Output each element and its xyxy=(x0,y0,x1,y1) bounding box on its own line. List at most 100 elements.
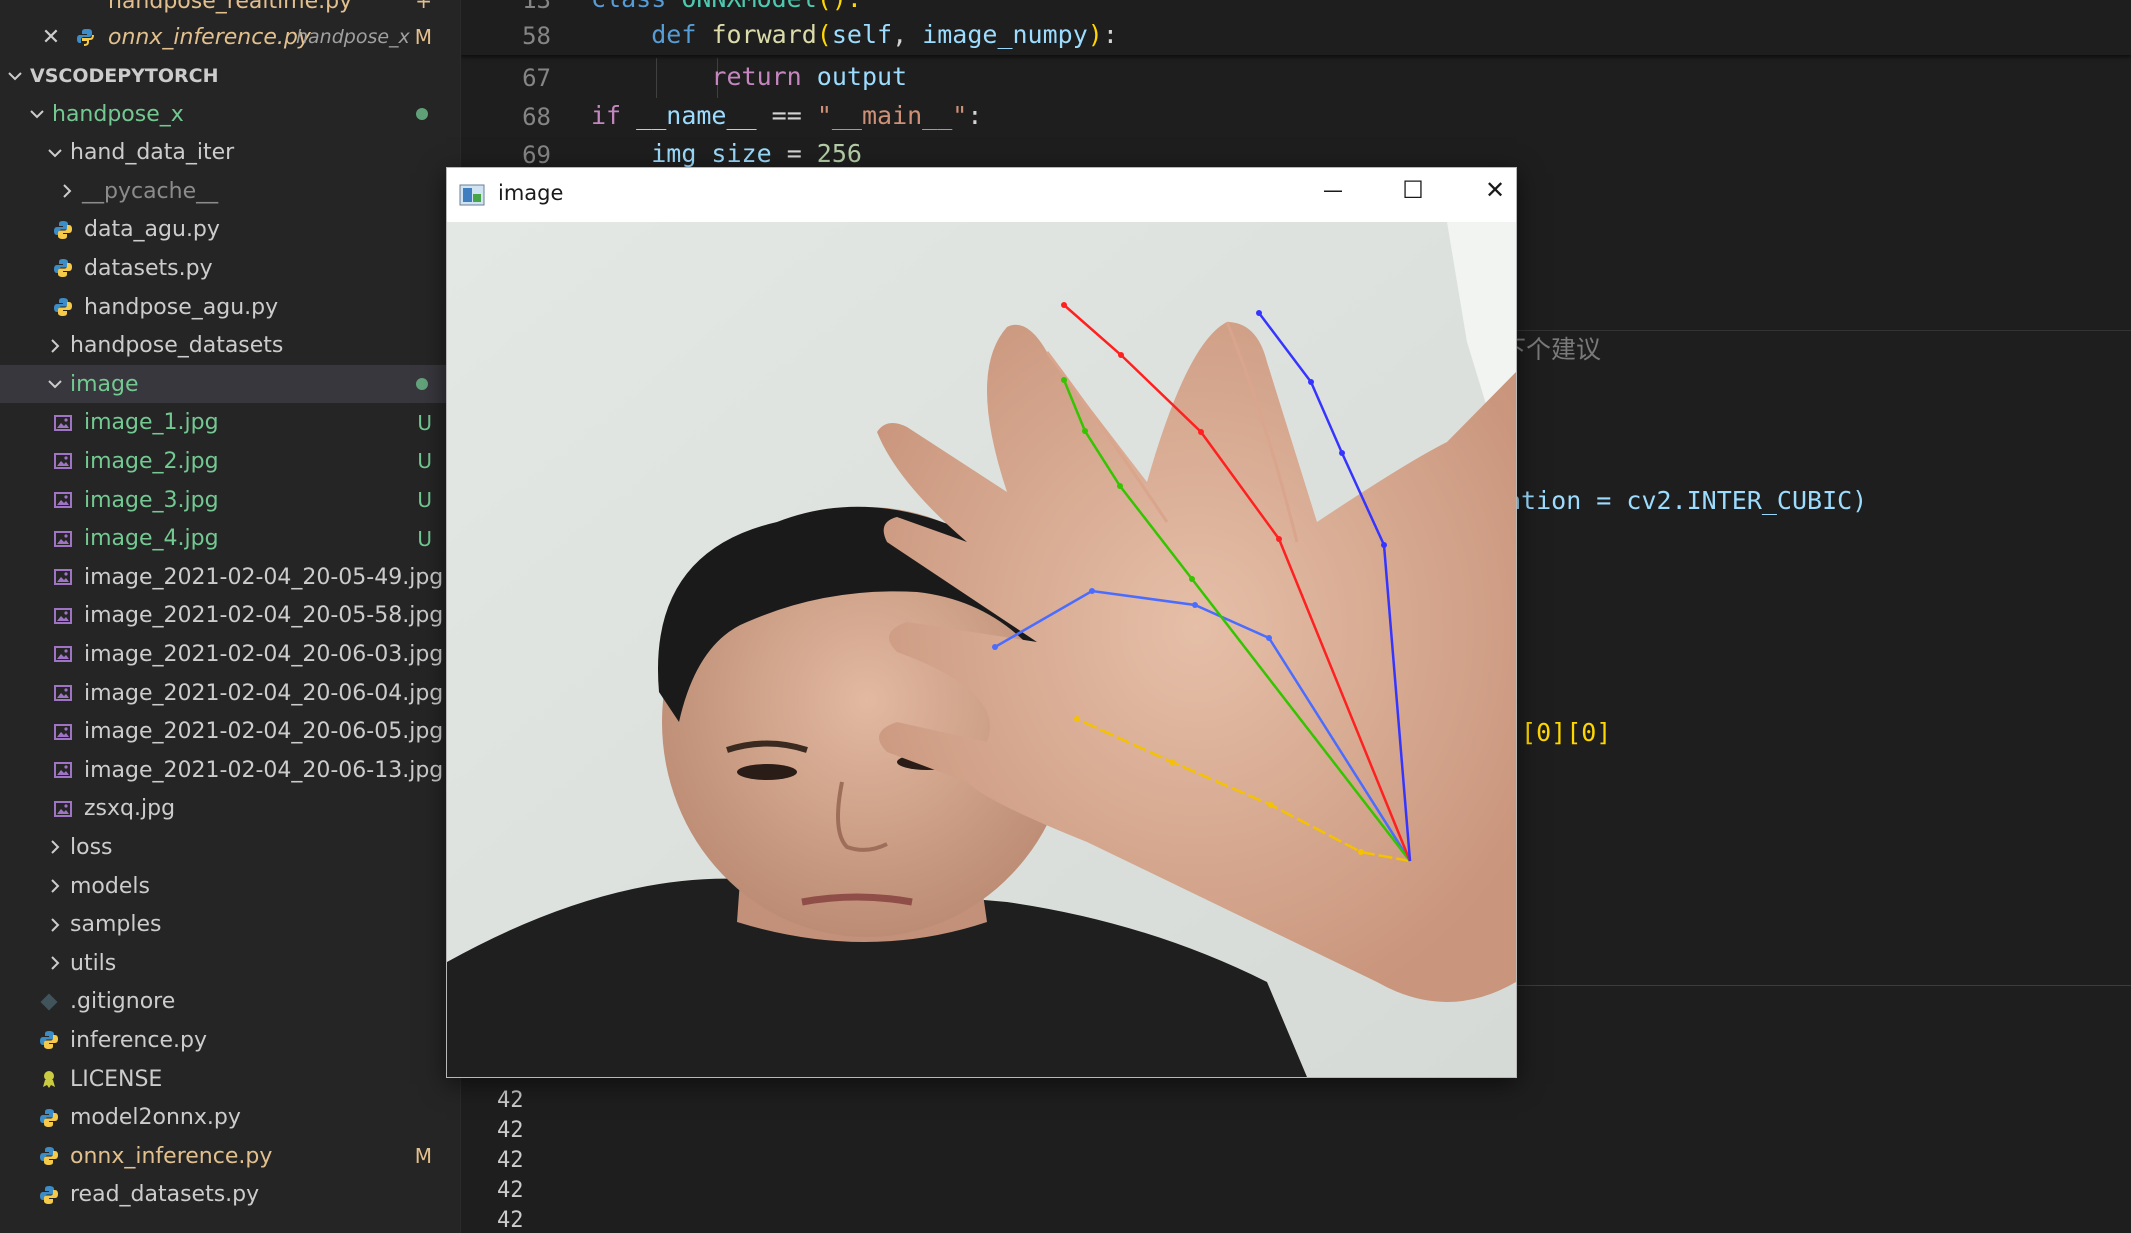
tree-item[interactable]: zsxq.jpg xyxy=(0,790,460,828)
terminal-line: 42 xyxy=(497,1178,524,1203)
tree-item-label: onnx_inference.py xyxy=(70,1143,273,1169)
terminal-line: 42 xyxy=(497,1148,524,1173)
code-line: def forward(self, image_numpy): xyxy=(651,20,1118,49)
image-file-icon xyxy=(52,605,74,627)
tree-item[interactable]: __pycache__ xyxy=(0,172,460,210)
tree-item-label: image_2021-02-04_20-05-49.jpg xyxy=(84,564,444,590)
tree-item[interactable]: onnx_inference.py M xyxy=(0,1137,460,1175)
line-number: 13 xyxy=(522,0,551,14)
close-icon[interactable]: ✕ xyxy=(40,25,62,50)
chevron-right-icon xyxy=(44,335,66,357)
terminal-line: 42 xyxy=(497,1208,524,1233)
ring-keypoint xyxy=(1276,536,1282,542)
image-file-icon xyxy=(52,450,74,472)
middle-keypoint xyxy=(1082,428,1088,434)
tree-item-label: image_1.jpg xyxy=(84,410,219,436)
opencv-image-window[interactable]: image — ☐ ✕ xyxy=(446,167,1517,1078)
tree-item[interactable]: handpose_agu.py xyxy=(0,288,460,326)
open-editor-folder: handpose_x xyxy=(296,26,410,48)
middle-keypoint xyxy=(1061,377,1067,383)
tree-item[interactable]: image_2021-02-04_20-06-04.jpg xyxy=(0,674,460,712)
tree-item[interactable]: read_datasets.py xyxy=(0,1176,460,1214)
minimize-button[interactable]: — xyxy=(1303,178,1363,202)
tree-item-label: handpose_x xyxy=(52,101,184,127)
middle-keypoint xyxy=(1117,483,1123,489)
tree-item[interactable]: image_2.jpg U xyxy=(0,442,460,480)
line-number: 68 xyxy=(522,103,551,131)
tree-item[interactable]: data_agu.py xyxy=(0,211,460,249)
tree-item[interactable]: datasets.py xyxy=(0,249,460,287)
tree-item[interactable]: models xyxy=(0,867,460,905)
tree-item[interactable]: .gitignore xyxy=(0,983,460,1021)
tree-item[interactable]: samples xyxy=(0,906,460,944)
explorer-section-header[interactable]: VSCODEPYTORCH xyxy=(0,57,460,95)
index-keypoint xyxy=(1089,588,1095,594)
middle-keypoint xyxy=(1189,576,1195,582)
tree-item-label: data_agu.py xyxy=(84,217,220,243)
window-title: image xyxy=(498,181,564,205)
open-editor-status: M xyxy=(414,25,432,49)
tree-item[interactable]: handpose_datasets xyxy=(0,327,460,365)
open-editor-prev[interactable]: handpose_realtime.py + xyxy=(0,0,460,20)
webcam-frame xyxy=(447,222,1516,1077)
tree-item-label: .gitignore xyxy=(70,989,176,1015)
image-file-icon xyxy=(52,721,74,743)
tree-item[interactable]: image_2021-02-04_20-05-49.jpg xyxy=(0,558,460,596)
image-file-icon xyxy=(52,528,74,550)
tree-item[interactable]: model2onnx.py xyxy=(0,1099,460,1137)
tree-item-label: image_2021-02-04_20-06-05.jpg xyxy=(84,719,444,745)
terminal-line: 42 xyxy=(497,1118,524,1143)
chevron-right-icon xyxy=(56,180,78,202)
tree-item-label: loss xyxy=(70,834,113,860)
tree-item-label: image_4.jpg xyxy=(84,526,219,552)
tree-item[interactable]: inference.py xyxy=(0,1021,460,1059)
tree-item[interactable]: utils xyxy=(0,944,460,982)
chevron-right-icon xyxy=(44,836,66,858)
tree-item[interactable]: LICENSE xyxy=(0,1060,460,1098)
ring-keypoint xyxy=(1198,429,1204,435)
tree-item[interactable]: image xyxy=(0,365,460,404)
chevron-down-icon xyxy=(4,65,26,87)
python-file-icon xyxy=(52,296,74,318)
window-titlebar[interactable]: image — ☐ ✕ xyxy=(447,168,1516,222)
explorer-sidebar: handpose_realtime.py + ✕ onnx_inference.… xyxy=(0,0,461,1233)
open-editor-item[interactable]: ✕ onnx_inference.py handpose_x M xyxy=(0,18,460,56)
tree-item[interactable]: hand_data_iter xyxy=(0,134,460,172)
tree-item-label: image_2.jpg xyxy=(84,448,219,474)
image-file-icon xyxy=(52,412,74,434)
open-editor-prev-badge: + xyxy=(415,0,432,13)
image-file-icon xyxy=(52,759,74,781)
thumb-keypoint xyxy=(1074,716,1080,722)
line-number: 58 xyxy=(522,22,551,50)
code-line: if __name__ == "__main__": xyxy=(591,101,983,130)
tree-item[interactable]: image_2021-02-04_20-06-13.jpg xyxy=(0,751,460,789)
maximize-button[interactable]: ☐ xyxy=(1383,176,1443,204)
tree-item[interactable]: image_1.jpg U xyxy=(0,404,460,442)
git-file-icon xyxy=(38,991,60,1013)
window-close-button[interactable]: ✕ xyxy=(1465,176,1516,204)
tree-item-label: read_datasets.py xyxy=(70,1182,260,1208)
tree-item[interactable]: image_3.jpg U xyxy=(0,481,460,519)
chevron-down-icon xyxy=(44,142,66,164)
tree-item[interactable]: loss xyxy=(0,828,460,866)
tree-item-label: LICENSE xyxy=(70,1066,163,1092)
pinky-keypoint xyxy=(1256,310,1262,316)
image-file-icon xyxy=(52,566,74,588)
git-status-badge: U xyxy=(417,449,432,474)
index-keypoint xyxy=(1266,635,1272,641)
ring-keypoint xyxy=(1061,302,1067,308)
tree-item[interactable]: image_2021-02-04_20-06-05.jpg xyxy=(0,713,460,751)
thumb-keypoint xyxy=(1268,802,1274,808)
tree-item[interactable]: handpose_x xyxy=(0,95,460,133)
tree-item-label: image_3.jpg xyxy=(84,487,219,513)
tree-item-label: models xyxy=(70,873,150,899)
tree-item[interactable]: image_2021-02-04_20-05-58.jpg xyxy=(0,597,460,635)
tree-item-label: image_2021-02-04_20-05-58.jpg xyxy=(84,603,444,629)
git-status-badge: U xyxy=(417,526,432,551)
tree-item[interactable]: image_4.jpg U xyxy=(0,520,460,558)
terminal-line: 42 xyxy=(497,1088,524,1113)
tree-item[interactable]: image_2021-02-04_20-06-03.jpg xyxy=(0,635,460,673)
index-keypoint xyxy=(1192,602,1198,608)
pinky-keypoint xyxy=(1381,542,1387,548)
code-fragment-index: )[0][0] xyxy=(1506,718,1612,747)
